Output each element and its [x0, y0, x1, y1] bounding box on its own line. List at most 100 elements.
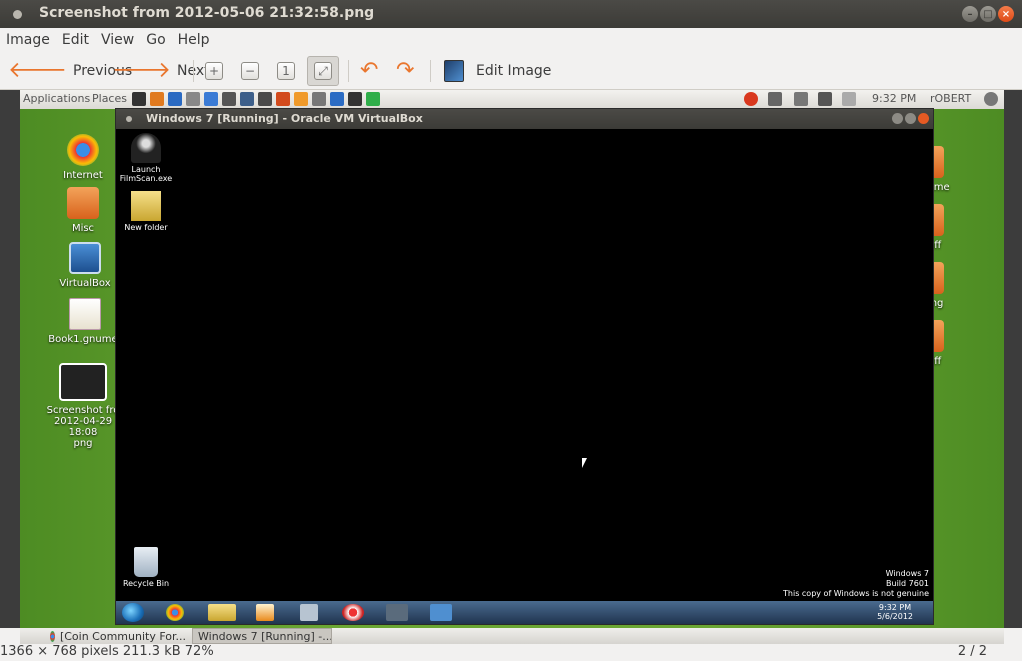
scanner-icon [300, 604, 318, 621]
chrome-icon [166, 604, 184, 621]
close-icon [918, 113, 929, 124]
toolbar-separator [348, 60, 349, 82]
window-title: Screenshot from 2012-05-06 21:32:58.png [39, 5, 375, 21]
virtualbox-window: Windows 7 [Running] - Oracle VM VirtualB… [115, 108, 934, 625]
arrow-right-icon: 🡒 [112, 58, 171, 83]
clock-time: 9:32 PM [878, 603, 912, 612]
rotate-left-button[interactable]: ↶ [360, 56, 378, 86]
desktop-icon-label: 2012-04-29 18:08 [53, 416, 113, 438]
task-label: Windows 7 [Running] -... [198, 629, 332, 643]
rotate-right-icon: ↷ [396, 58, 415, 83]
desktop-icon-screenshot: Screenshot fro 2012-04-29 18:08 png [40, 363, 126, 449]
show-desktop-icon [24, 628, 34, 644]
binary-app-icon [386, 604, 408, 621]
edit-image-button[interactable]: Edit Image [444, 56, 551, 86]
virtualbox-icon [69, 242, 101, 274]
launcher-icon [168, 92, 182, 106]
windows-taskbar: 9:32 PM 5/6/2012 [116, 601, 933, 624]
win-icon-label: Recycle Bin [122, 579, 170, 588]
launcher-icon [348, 92, 362, 106]
zoom-in-button[interactable]: + [205, 56, 223, 86]
zoom-in-icon: + [205, 62, 223, 80]
chrome-icon [67, 134, 99, 166]
battery-icon [794, 92, 808, 106]
image-viewer-window: Screenshot from 2012-05-06 21:32:58.png … [0, 0, 1022, 661]
menu-edit[interactable]: Edit [56, 32, 95, 48]
window-menu-icon[interactable] [13, 10, 22, 19]
rotate-left-icon: ↶ [360, 58, 379, 83]
next-button[interactable]: 🡒 Next [112, 56, 210, 86]
win-icon-new-folder: New folder [116, 191, 176, 232]
window-menu-icon [126, 116, 132, 122]
normal-size-icon: 1 [277, 62, 295, 80]
title-bar: Screenshot from 2012-05-06 21:32:58.png … [0, 0, 1022, 28]
close-button[interactable]: × [998, 6, 1014, 22]
image-position: 2 / 2 [957, 644, 987, 659]
menu-image[interactable]: Image [0, 32, 56, 48]
win-icon-label: New folder [124, 223, 168, 232]
clock-date: 5/6/2012 [877, 612, 913, 621]
menu-bar: Image Edit View Go Help [0, 28, 1022, 52]
maximize-icon [905, 113, 916, 124]
wifi-icon [818, 92, 832, 106]
network-app-icon [430, 604, 452, 621]
watermark-line: Windows 7 [885, 569, 929, 578]
launcher-icon [366, 92, 380, 106]
toolbar-separator [193, 60, 194, 82]
launcher-icon [330, 92, 344, 106]
launcher-icon [312, 92, 326, 106]
zoom-out-button[interactable]: − [241, 56, 259, 86]
launcher-icon [150, 92, 164, 106]
image-viewport[interactable]: Applications Places 9:32 PM rOBERT Inter… [0, 90, 1022, 628]
settings-gear-icon [984, 92, 998, 106]
launcher-icon [276, 92, 290, 106]
screenshot-bottom-panel: [Coin Community For... Windows 7 [Runnin… [20, 628, 1004, 644]
mail-icon [768, 92, 782, 106]
menu-view[interactable]: View [95, 32, 140, 48]
arrow-left-icon: 🡐 [8, 58, 67, 83]
toolbar: 🡐 Previous 🡒 Next + − 1 ⤢ ↶ ↷ Edit I [0, 52, 1022, 90]
image-thumbnail-icon [59, 363, 107, 401]
spreadsheet-icon [69, 298, 101, 330]
desktop-icon-label: Screenshot fro [46, 405, 120, 416]
watermark-line: This copy of Windows is not genuine [783, 589, 929, 598]
menu-help[interactable]: Help [172, 32, 216, 48]
virtualbox-title-bar: Windows 7 [Running] - Oracle VM VirtualB… [116, 109, 933, 129]
launcher-icon [222, 92, 236, 106]
minimize-button[interactable]: – [962, 6, 978, 22]
normal-size-button[interactable]: 1 [277, 56, 295, 86]
toolbar-separator [430, 60, 431, 82]
win-icon-label: FilmScan.exe [119, 174, 173, 183]
media-player-icon [256, 604, 274, 621]
task-windows7: Windows 7 [Running] -... [192, 628, 332, 644]
desktop-icon-label: Misc [71, 223, 95, 234]
recycle-bin-icon [134, 547, 158, 577]
applications-menu: Applications [23, 92, 91, 105]
screenshot-top-panel: Applications Places 9:32 PM rOBERT [20, 90, 1004, 109]
win-icon-label: Launch [131, 165, 161, 174]
power-icon [744, 92, 758, 106]
best-fit-button[interactable]: ⤢ [307, 56, 339, 86]
watermark-line: Build 7601 [886, 579, 929, 588]
launcher-icon [240, 92, 254, 106]
task-coin-community: [Coin Community For... [50, 628, 186, 644]
volume-icon [842, 92, 856, 106]
desktop-icon-label: png [73, 438, 93, 449]
rotate-right-button[interactable]: ↷ [396, 56, 414, 86]
menu-go[interactable]: Go [140, 32, 171, 48]
folder-icon [131, 191, 161, 221]
panel-user: rOBERT [930, 92, 972, 105]
launcher-icon [186, 92, 200, 106]
desktop-icon-misc: Misc [40, 187, 126, 234]
panel-clock: 9:32 PM [872, 92, 917, 105]
maximize-button[interactable]: □ [980, 6, 996, 22]
places-menu: Places [92, 92, 127, 105]
zoom-out-icon: − [241, 62, 259, 80]
displayed-screenshot: Applications Places 9:32 PM rOBERT Inter… [20, 90, 1004, 628]
launcher-icon [258, 92, 272, 106]
image-info: 1366 × 768 pixels 211.3 kB 72% [0, 644, 214, 659]
windows-clock: 9:32 PM 5/6/2012 [877, 603, 913, 621]
launcher-icon [204, 92, 218, 106]
win-icon-recycle-bin: Recycle Bin [116, 547, 176, 588]
launcher-icon [294, 92, 308, 106]
